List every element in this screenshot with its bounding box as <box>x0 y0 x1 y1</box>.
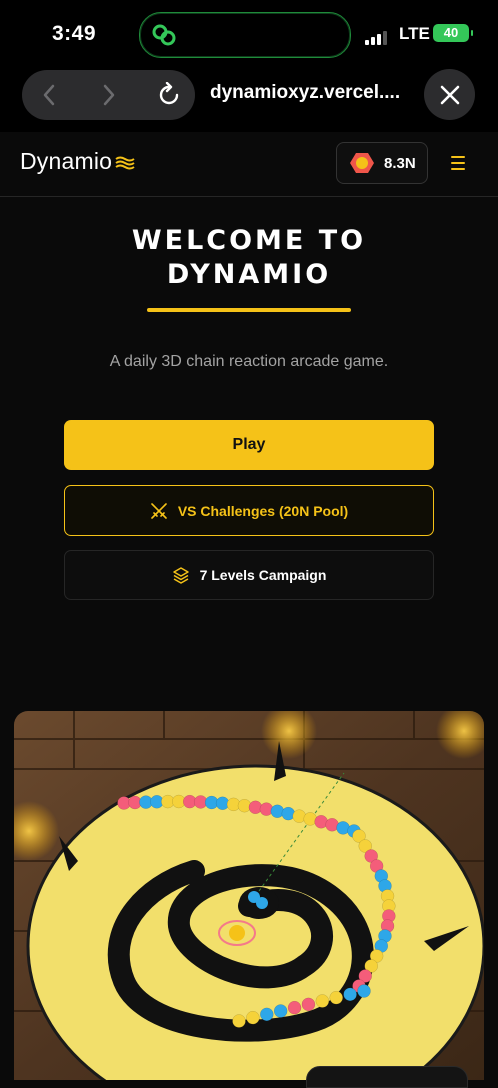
ball <box>315 994 330 1008</box>
ball <box>232 1014 246 1028</box>
vs-challenges-label: VS Challenges (20N Pool) <box>177 502 349 519</box>
battery-indicator: 40 <box>433 24 473 42</box>
logo[interactable]: Dynamio <box>20 148 136 176</box>
balance-badge[interactable]: 8.3N <box>336 142 428 184</box>
status-time: 3:49 <box>52 22 97 45</box>
bottom-floating-panel[interactable] <box>306 1066 468 1088</box>
logo-text: Dynamio <box>20 148 113 174</box>
layers-icon <box>172 567 189 584</box>
reload-icon[interactable] <box>144 70 194 120</box>
subtitle: A daily 3D chain reaction arcade game. <box>109 353 389 370</box>
network-type: LTE <box>399 24 430 43</box>
ball <box>270 804 285 819</box>
signal-icon <box>365 27 389 45</box>
ball <box>260 1007 274 1022</box>
dynamic-island <box>139 12 351 58</box>
balance-amount: 8.3N <box>384 155 416 172</box>
title-line-2: DYNAMIO <box>166 259 332 290</box>
game-preview-image <box>14 711 484 1080</box>
play-label: Play <box>232 436 266 453</box>
ball <box>273 1004 288 1018</box>
title-underline <box>147 308 351 312</box>
page-title: WELCOME TO DYNAMIO <box>0 224 498 292</box>
back-icon[interactable] <box>24 70 74 120</box>
status-bar: 3:49 LTE 40 <box>0 0 498 66</box>
url-field[interactable]: dynamioxyz.vercel.... <box>210 82 400 104</box>
ball <box>329 990 343 1005</box>
browser-bar: dynamioxyz.vercel.... <box>0 66 498 132</box>
close-button[interactable] <box>424 69 475 120</box>
browser-nav <box>22 70 195 120</box>
campaign-button[interactable]: 7 Levels Campaign <box>64 550 434 600</box>
campaign-label: 7 Levels Campaign <box>199 567 327 583</box>
forward-icon[interactable] <box>84 70 134 120</box>
ball <box>343 987 357 1002</box>
title-line-1: WELCOME TO <box>131 225 367 256</box>
swords-icon <box>151 502 167 519</box>
play-button[interactable]: Play <box>64 420 434 470</box>
vs-challenges-button[interactable]: VS Challenges (20N Pool) <box>64 485 434 536</box>
close-icon <box>440 85 459 104</box>
app-header: Dynamio 8.3N <box>0 132 498 197</box>
ball <box>357 984 371 998</box>
ball <box>301 997 316 1012</box>
wave-icon <box>114 149 136 176</box>
hexagon-coin-icon <box>350 153 374 173</box>
ball <box>287 1000 302 1015</box>
hamburger-menu-icon[interactable] <box>451 156 465 174</box>
ball <box>246 1010 260 1025</box>
link-icon <box>152 24 176 46</box>
